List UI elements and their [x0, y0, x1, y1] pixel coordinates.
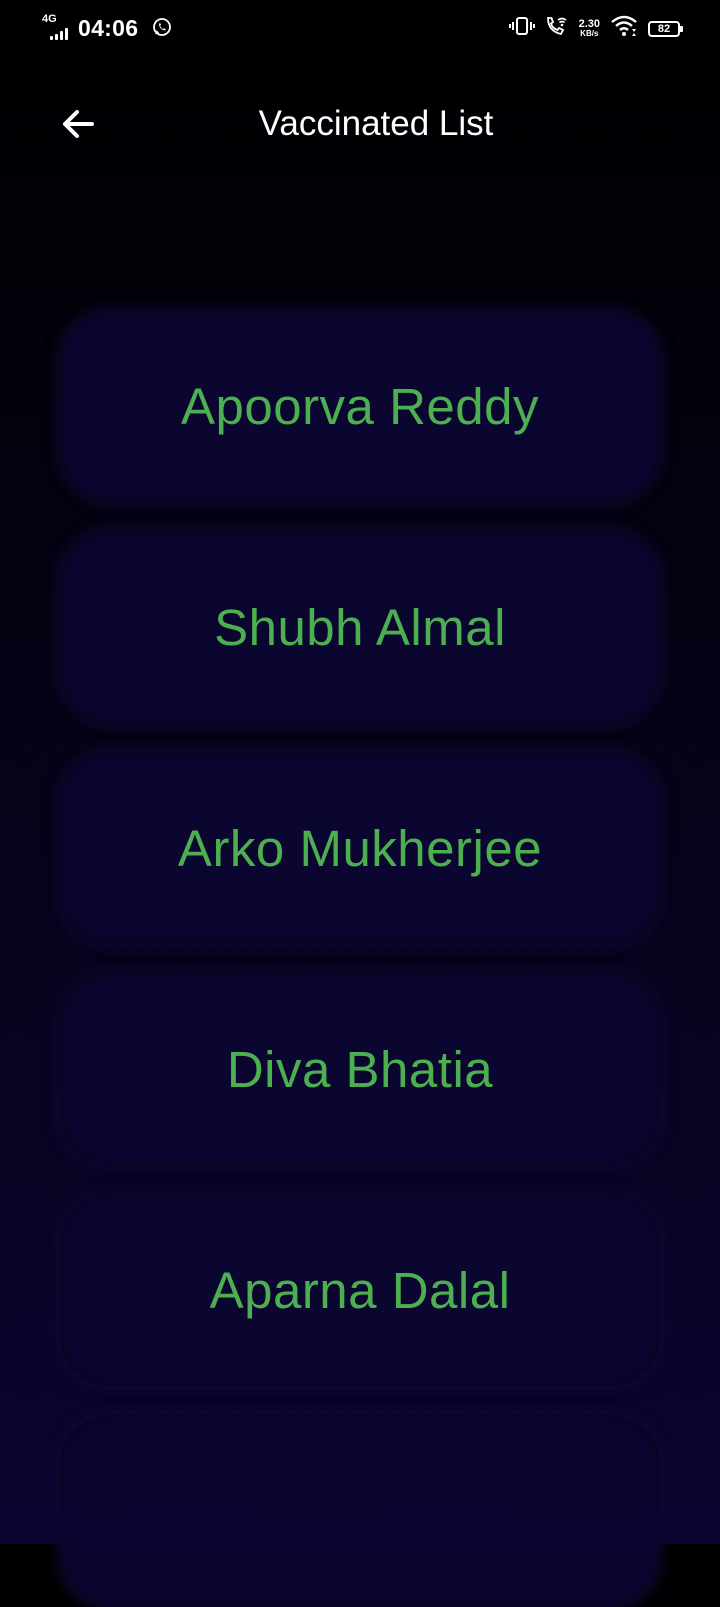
person-name: Apoorva Reddy: [180, 377, 540, 435]
battery-icon: 82: [648, 20, 683, 37]
data-speed: 2.30 KB/s: [579, 19, 600, 38]
vibrate-icon: [508, 16, 535, 41]
network-type: 4G: [42, 13, 57, 25]
status-bar: 4G 04:06 2.30 KB/s 82: [0, 0, 720, 56]
list-item[interactable]: Aparna Dalal: [60, 1194, 660, 1386]
bottom-fade: [0, 1484, 720, 1544]
signal-icon: [50, 28, 68, 40]
battery-level: 82: [657, 22, 671, 35]
list-item[interactable]: Arko Mukherjee: [60, 752, 660, 944]
status-bar-right: 2.30 KB/s 82: [508, 15, 683, 42]
person-name: Arko Mukherjee: [177, 819, 543, 877]
whatsapp-icon: [152, 17, 172, 42]
list-item[interactable]: Diva Bhatia: [60, 973, 660, 1165]
list-item[interactable]: Apoorva Reddy: [60, 310, 660, 502]
wifi-calling-icon: [545, 15, 569, 42]
person-name: Diva Bhatia: [226, 1040, 494, 1098]
app-bar: Vaccinated List: [0, 92, 720, 160]
person-name: Shubh Almal: [214, 598, 506, 656]
status-time: 04:06: [78, 14, 139, 41]
person-name: Aparna Dalal: [209, 1261, 511, 1319]
page-title: Vaccinated List: [258, 104, 494, 143]
list-item[interactable]: Shubh Almal: [60, 531, 660, 723]
data-speed-unit: KB/s: [580, 29, 599, 38]
wifi-icon: [610, 15, 638, 42]
status-bar-left: 4G 04:06: [42, 13, 172, 42]
